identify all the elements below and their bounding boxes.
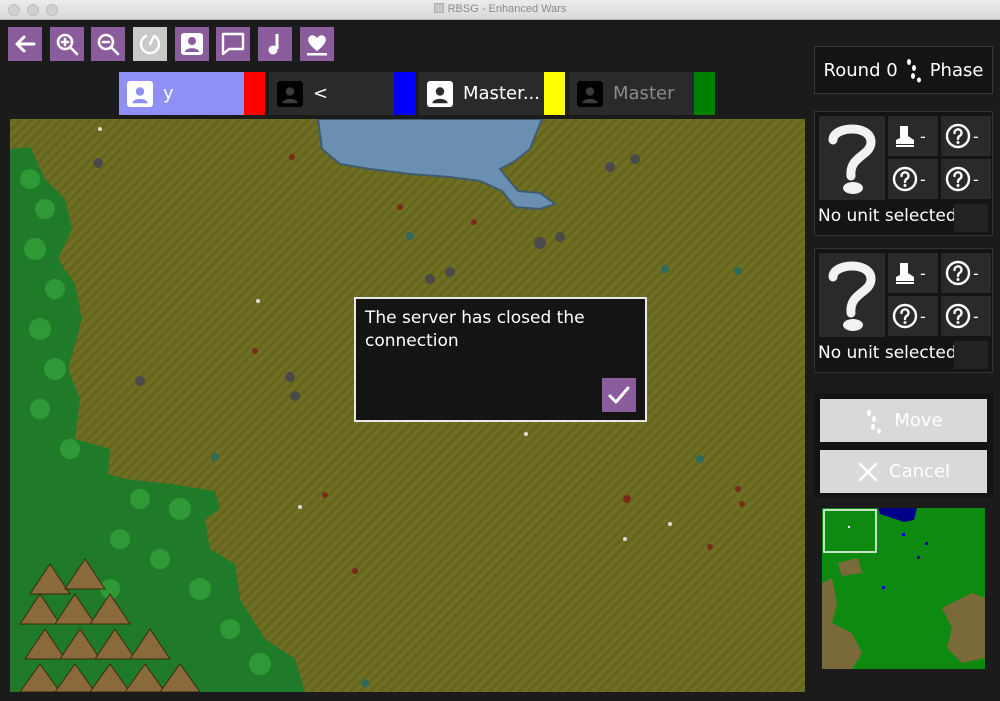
stat-value: - bbox=[920, 126, 926, 146]
minimap-terrain bbox=[822, 508, 985, 669]
zoom-out-icon bbox=[97, 33, 120, 56]
action-panel: Move Cancel bbox=[814, 393, 993, 497]
music-icon bbox=[268, 34, 279, 55]
player-name: y bbox=[163, 83, 174, 104]
unit-info-panel-1: - - - - No unit selected bbox=[814, 111, 993, 236]
unit-label-box bbox=[954, 204, 988, 232]
health-icon bbox=[307, 35, 327, 56]
stat-value: - bbox=[920, 306, 926, 326]
window-title-text: RBSG - Enhanced Wars bbox=[447, 3, 567, 15]
unit-stat-unknown: - bbox=[941, 296, 991, 336]
dialog-message: The server has closed the connection bbox=[365, 308, 585, 351]
app-icon bbox=[433, 3, 444, 13]
cancel-button[interactable]: Cancel bbox=[820, 450, 987, 493]
player-avatar-icon bbox=[577, 80, 603, 107]
boot-icon bbox=[896, 126, 914, 147]
dialog-confirm-button[interactable] bbox=[602, 378, 636, 412]
player-color-swatch bbox=[694, 72, 715, 115]
unknown-unit-icon bbox=[828, 261, 876, 331]
player-slot-2[interactable]: < bbox=[269, 72, 415, 115]
end-turn-icon bbox=[139, 34, 161, 55]
cancel-label: Cancel bbox=[889, 461, 950, 482]
question-icon bbox=[945, 166, 971, 192]
unit-portrait bbox=[819, 116, 885, 200]
player-color-swatch bbox=[544, 72, 565, 115]
unit-stat-unknown: - bbox=[888, 296, 938, 336]
health-button[interactable] bbox=[300, 27, 334, 61]
player-avatar-icon bbox=[127, 80, 153, 107]
unit-stat-unknown: - bbox=[941, 159, 991, 199]
question-icon bbox=[945, 123, 971, 149]
unit-info-panel-2: - - - - No unit selected bbox=[814, 248, 993, 373]
player-slot-4[interactable]: Master bbox=[569, 72, 715, 115]
question-icon bbox=[892, 166, 918, 192]
move-label: Move bbox=[894, 410, 943, 431]
checkmark-icon bbox=[608, 386, 630, 404]
connection-closed-dialog: The server has closed the connection bbox=[354, 297, 647, 422]
unit-selection-label: No unit selected bbox=[818, 343, 957, 363]
question-icon bbox=[892, 303, 918, 329]
player-button[interactable] bbox=[175, 27, 209, 61]
question-icon bbox=[945, 303, 971, 329]
player-slot-3[interactable]: Master... bbox=[419, 72, 565, 115]
unknown-unit-icon bbox=[828, 124, 876, 194]
stat-value: - bbox=[920, 263, 926, 283]
window-title: RBSG - Enhanced Wars bbox=[0, 3, 1000, 15]
player-color-swatch bbox=[394, 72, 415, 115]
stat-value: - bbox=[973, 126, 979, 146]
window-titlebar: RBSG - Enhanced Wars bbox=[0, 0, 1000, 20]
close-icon bbox=[858, 462, 878, 481]
unit-move-stat: - bbox=[888, 253, 938, 293]
stat-value: - bbox=[973, 263, 979, 283]
round-phase-indicator: Round 0 Phase bbox=[814, 46, 993, 94]
unit-label-box bbox=[954, 341, 988, 369]
end-turn-button[interactable] bbox=[133, 27, 167, 61]
question-icon bbox=[945, 260, 971, 286]
unit-move-stat: - bbox=[888, 116, 938, 156]
player-avatar-icon bbox=[277, 80, 303, 107]
back-icon bbox=[15, 35, 36, 53]
round-label: Round 0 bbox=[823, 59, 898, 81]
phase-label: Phase bbox=[929, 59, 984, 81]
chat-icon bbox=[221, 32, 245, 56]
unit-stat-unknown: - bbox=[941, 116, 991, 156]
stat-value: - bbox=[920, 169, 926, 189]
player-name: Master bbox=[613, 83, 675, 104]
stat-value: - bbox=[973, 169, 979, 189]
footsteps-icon bbox=[867, 409, 882, 433]
boot-icon bbox=[896, 263, 914, 284]
player-name: < bbox=[313, 83, 329, 104]
unit-stat-unknown: - bbox=[941, 253, 991, 293]
move-button[interactable]: Move bbox=[820, 399, 987, 442]
player-slot-1[interactable]: y bbox=[119, 72, 265, 115]
player-icon bbox=[181, 33, 203, 55]
player-name: Master... bbox=[463, 83, 540, 104]
zoom-in-icon bbox=[56, 33, 79, 56]
stat-value: - bbox=[973, 306, 979, 326]
zoom-in-button[interactable] bbox=[50, 27, 84, 61]
player-color-swatch bbox=[244, 72, 265, 115]
chat-button[interactable] bbox=[216, 27, 250, 61]
unit-stat-unknown: - bbox=[888, 159, 938, 199]
player-avatar-icon bbox=[427, 80, 453, 107]
footsteps-icon bbox=[906, 59, 921, 83]
unit-portrait bbox=[819, 253, 885, 337]
minimap[interactable] bbox=[822, 508, 985, 669]
music-button[interactable] bbox=[258, 27, 292, 61]
unit-selection-label: No unit selected bbox=[818, 206, 957, 226]
minimap-viewport[interactable] bbox=[823, 509, 877, 553]
zoom-out-button[interactable] bbox=[91, 27, 125, 61]
back-button[interactable] bbox=[8, 27, 42, 61]
